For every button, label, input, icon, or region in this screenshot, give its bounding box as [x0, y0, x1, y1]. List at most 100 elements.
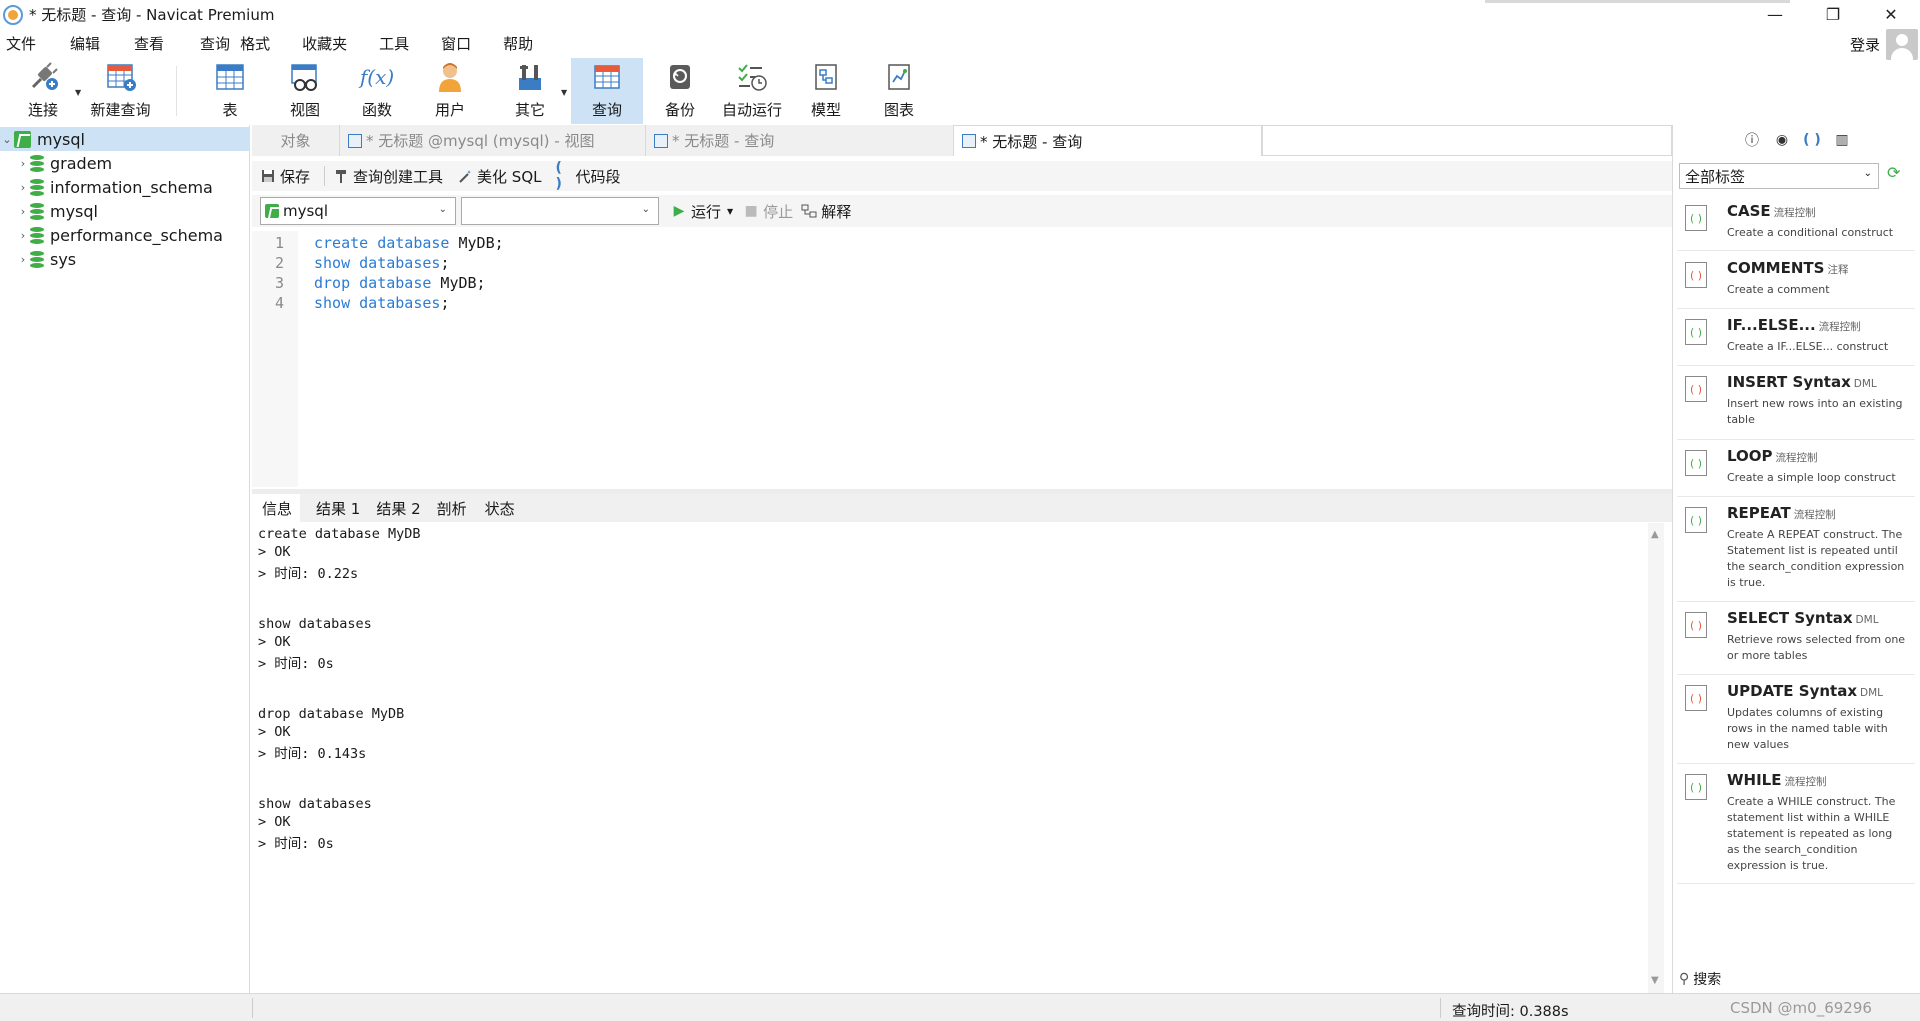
- tab-view-untitled[interactable]: * 无标题 @mysql (mysql) - 视图: [340, 125, 646, 156]
- result-tab-result-2[interactable]: 结果 2: [368, 494, 428, 522]
- expand-chevron-icon[interactable]: ›: [16, 181, 30, 194]
- tree-connection-mysql[interactable]: ⌄ mysql: [0, 127, 250, 151]
- snippet-item[interactable]: ( ) INSERT Syntax DML Insert new rows int…: [1677, 366, 1915, 440]
- beautify-sql-button[interactable]: 美化 SQL: [457, 166, 542, 187]
- result-tab-label: 信息: [262, 499, 293, 518]
- result-tab-profile[interactable]: 剖析: [429, 494, 475, 522]
- output-line: > OK: [258, 724, 291, 740]
- snippet-item[interactable]: ( ) WHILE 流程控制 Create a WHILE construct. …: [1677, 764, 1915, 884]
- toolbar-automation-button[interactable]: 自动运行: [717, 58, 787, 124]
- menu-window[interactable]: 窗口: [441, 33, 471, 54]
- tree-db-performance-schema[interactable]: › performance_schema: [0, 223, 250, 247]
- tree-db-sys[interactable]: › sys: [0, 247, 250, 271]
- snippet-item[interactable]: ( ) REPEAT 流程控制 Create A REPEAT construct…: [1677, 497, 1915, 602]
- toolbar-connect-label: 连接: [27, 101, 58, 119]
- toolbar-others-button[interactable]: 其它: [505, 58, 555, 124]
- toolbar-model-button[interactable]: 模型: [801, 58, 851, 124]
- toolbar-query-button[interactable]: 查询: [571, 58, 643, 124]
- save-button[interactable]: 保存: [260, 166, 310, 187]
- toolbar-view-button[interactable]: 视图: [280, 58, 330, 124]
- snippet-item[interactable]: ( ) UPDATE Syntax DML Updates columns of …: [1677, 675, 1915, 764]
- menu-tools[interactable]: 工具: [379, 33, 409, 54]
- explain-button[interactable]: 解释: [801, 201, 851, 222]
- toolbar-connect-button[interactable]: 连接: [18, 58, 68, 124]
- code-line[interactable]: 3 drop database MyDB;: [252, 273, 1652, 293]
- scroll-down-icon[interactable]: ▼: [1651, 975, 1659, 986]
- expand-chevron-icon[interactable]: ›: [16, 157, 30, 170]
- connection-select[interactable]: mysql ⌄: [260, 197, 456, 225]
- menu-format[interactable]: 格式: [240, 33, 270, 54]
- eye-icon[interactable]: ◉: [1767, 132, 1797, 148]
- result-tab-status[interactable]: 状态: [475, 494, 529, 522]
- database-select[interactable]: ⌄: [461, 197, 659, 225]
- explain-label: 解释: [821, 202, 852, 221]
- output-line: show databases: [258, 796, 372, 812]
- snippet-item[interactable]: ( ) LOOP 流程控制 Create a simple loop constr…: [1677, 440, 1915, 497]
- query-builder-button[interactable]: 查询创建工具: [333, 166, 443, 187]
- snippet-title: INSERT Syntax DML: [1727, 373, 1877, 391]
- menu-favorites[interactable]: 收藏夹: [302, 33, 347, 54]
- snippet-item[interactable]: ( ) IF...ELSE... 流程控制 Create a IF...ELSE.…: [1677, 309, 1915, 366]
- snippet-item[interactable]: ( ) COMMENTS 注释 Create a comment: [1677, 252, 1915, 309]
- run-dropdown-caret-icon[interactable]: ▼: [727, 207, 733, 216]
- expand-chevron-icon[interactable]: ›: [16, 205, 30, 218]
- snippet-item[interactable]: ( ) SELECT Syntax DML Retrieve rows selec…: [1677, 602, 1915, 675]
- restore-button[interactable]: ❐: [1804, 0, 1862, 29]
- toolbar-table-button[interactable]: 表: [208, 58, 252, 124]
- output-scrollbar[interactable]: ▲ ▼: [1648, 523, 1664, 993]
- menu-help[interactable]: 帮助: [503, 33, 533, 54]
- code-line[interactable]: 2 show databases;: [252, 253, 1652, 273]
- avatar[interactable]: [1886, 29, 1918, 60]
- menu-edit[interactable]: 编辑: [70, 33, 100, 54]
- snippet-item[interactable]: ( ) CASE 流程控制 Create a conditional constr…: [1677, 195, 1915, 251]
- result-tab-info[interactable]: 信息: [252, 494, 301, 522]
- run-button[interactable]: ▶ 运行 ▼: [671, 201, 734, 222]
- snippet-search-input[interactable]: ⚲ 搜索: [1679, 968, 1915, 990]
- sql-editor[interactable]: 1 create database MyDB; 2 show databases…: [252, 231, 1672, 487]
- expand-chevron-icon[interactable]: ›: [16, 229, 30, 242]
- result-tab-result-1[interactable]: 结果 1: [300, 494, 368, 522]
- message-output[interactable]: create database MyDB > OK > 时间: 0.22s sh…: [252, 523, 1652, 993]
- info-icon[interactable]: ⓘ: [1737, 130, 1767, 150]
- play-icon: ▶: [673, 203, 685, 219]
- output-line: > 时间: 0s: [258, 836, 334, 852]
- connect-dropdown-caret-icon[interactable]: ▼: [75, 88, 81, 97]
- braces-icon[interactable]: ( ): [1797, 132, 1827, 148]
- query-builder-label: 查询创建工具: [353, 167, 444, 186]
- tab-objects[interactable]: 对象: [252, 125, 340, 156]
- chart-icon: [882, 60, 916, 94]
- collapse-chevron-icon[interactable]: ⌄: [0, 133, 14, 146]
- scroll-up-icon[interactable]: ▲: [1651, 529, 1659, 540]
- tree-db-gradem[interactable]: › gradem: [0, 151, 250, 175]
- tab-query-active[interactable]: * 无标题 - 查询: [954, 125, 1262, 156]
- login-link[interactable]: 登录: [1850, 34, 1880, 55]
- toolbar-automation-label: 自动运行: [721, 101, 782, 119]
- connection-plug-icon: [26, 60, 60, 94]
- code-line[interactable]: 1 create database MyDB;: [252, 233, 1652, 253]
- schedule-icon: [735, 60, 769, 94]
- panel-layout-icon[interactable]: ▥: [1827, 132, 1857, 148]
- toolbar-backup-button[interactable]: 备份: [655, 58, 705, 124]
- toolbar-new-query-button[interactable]: 新建查询: [88, 58, 153, 124]
- expand-chevron-icon[interactable]: ›: [16, 253, 30, 266]
- toolbar-function-button[interactable]: f(x) 函数: [352, 58, 402, 124]
- code-line[interactable]: 4 show databases;: [252, 293, 1652, 313]
- tree-db-mysql[interactable]: › mysql: [0, 199, 250, 223]
- tag-filter-select[interactable]: 全部标签 ⌄: [1679, 163, 1879, 189]
- toolbar-chart-button[interactable]: 图表: [874, 58, 924, 124]
- snippet-file-icon: ( ): [1685, 774, 1707, 800]
- tree-db-information-schema[interactable]: › information_schema: [0, 175, 250, 199]
- menu-view[interactable]: 查看: [134, 33, 164, 54]
- tab-label: * 无标题 - 查询: [980, 132, 1083, 151]
- others-dropdown-caret-icon[interactable]: ▼: [561, 88, 567, 97]
- code-snippet-button[interactable]: ( ) 代码段: [556, 160, 621, 192]
- menu-file[interactable]: 文件: [6, 33, 36, 54]
- menu-query[interactable]: 查询: [200, 33, 230, 54]
- refresh-icon[interactable]: ⟳: [1887, 163, 1909, 187]
- toolbar-user-button[interactable]: 用户: [425, 58, 475, 124]
- output-line: > 时间: 0s: [258, 656, 334, 672]
- tab-query-untitled[interactable]: * 无标题 - 查询: [646, 125, 954, 156]
- close-button[interactable]: ✕: [1862, 0, 1920, 29]
- snippet-tag: 注释: [1827, 264, 1849, 276]
- minimize-button[interactable]: —: [1746, 0, 1804, 29]
